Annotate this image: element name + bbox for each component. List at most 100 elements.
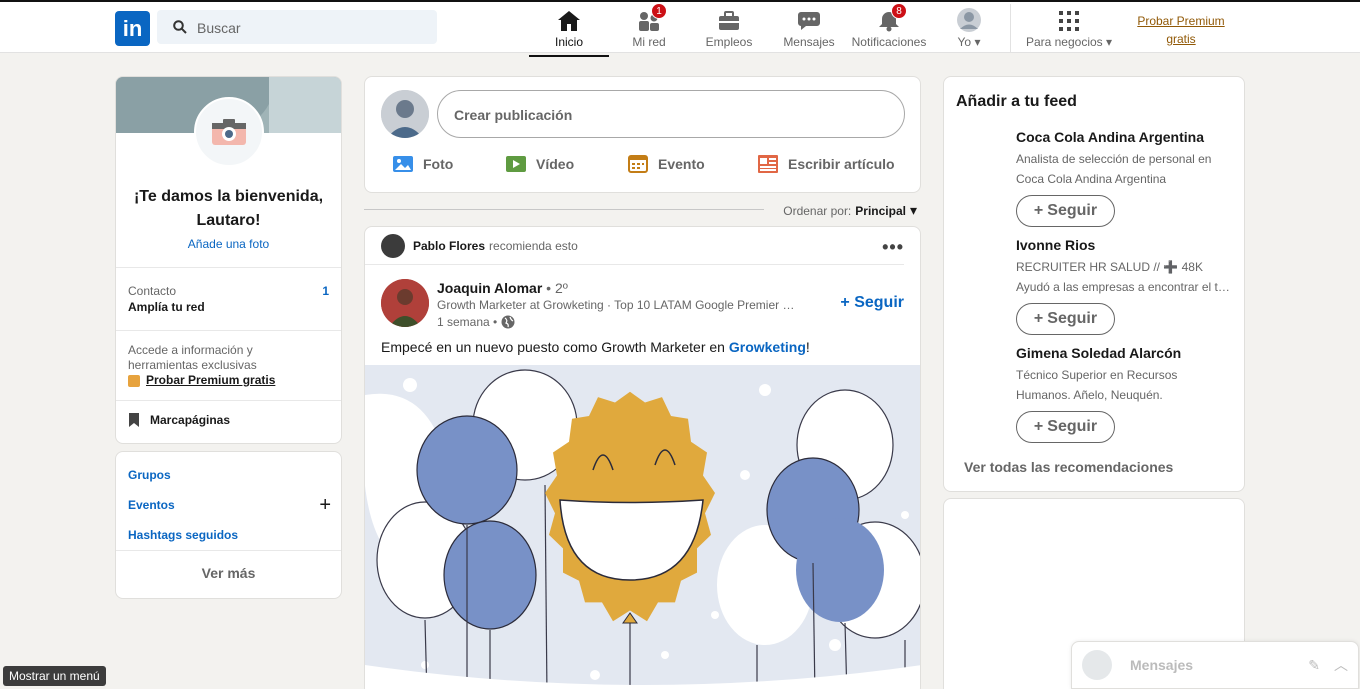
feed-title: Añadir a tu feed [956, 93, 1077, 110]
messaging-label: Mensajes [1130, 657, 1194, 673]
nav-label: Empleos [705, 35, 753, 49]
messaging-bar[interactable]: Mensajes ✎ ︿ [1071, 641, 1359, 689]
follow-label: Seguir [854, 294, 904, 311]
briefcase-icon [719, 11, 739, 30]
recommendation-item: Ivonne Rios RECRUITER HR SALUD // ➕ 48K … [1016, 237, 1236, 335]
add-event-icon[interactable]: + [319, 494, 331, 517]
communities-card: Grupos Eventos + Hashtags seguidos Ver má… [115, 451, 342, 599]
search-placeholder: Buscar [197, 20, 241, 36]
nav-messages[interactable]: Mensajes [774, 6, 844, 54]
plus-icon: + [1033, 310, 1044, 327]
recommend-text: recomienda esto [489, 238, 578, 253]
search-icon [173, 20, 187, 34]
rec-line2: Ayudó a las empresas a encontrar el tale… [1016, 280, 1236, 294]
feed-post: Pablo Flores recomienda esto ••• Joaquin… [364, 226, 921, 689]
rec-name[interactable]: Gimena Soledad Alarcón [1016, 345, 1236, 361]
welcome-heading: ¡Te damos la bienvenida, Lautaro! [116, 185, 341, 233]
follow-button[interactable]: + Seguir [1016, 195, 1115, 227]
create-post-input[interactable]: Crear publicación [437, 90, 905, 138]
caret-down-icon: ▾ [909, 202, 917, 218]
event-button[interactable]: Evento [628, 155, 705, 173]
search-input[interactable]: Buscar [157, 10, 437, 44]
author-avatar[interactable] [381, 279, 429, 327]
post-text-body: Empecé en un nuevo puesto como Growth Ma… [381, 339, 729, 355]
nav-divider [1010, 4, 1011, 52]
event-label: Evento [658, 156, 705, 172]
premium-link[interactable]: Probar Premium gratis [128, 373, 329, 388]
welcome-line1: ¡Te damos la bienvenida, [133, 188, 324, 205]
avatar-icon [957, 8, 981, 32]
compose-icon[interactable]: ✎ [1308, 657, 1320, 674]
author-name-text: Joaquin Alomar [437, 280, 543, 296]
nav-network[interactable]: 1 Mi red [614, 3, 684, 54]
premium-promo: Accede a información y herramientas excl… [116, 331, 341, 400]
groups-link[interactable]: Grupos [116, 468, 341, 482]
video-label: Vídeo [536, 156, 575, 172]
rec-line1: Analista de selección de personal en [1016, 152, 1212, 166]
nav-me[interactable]: Yo ▾ [944, 6, 994, 54]
author-headline: Growth Marketer at Growketing · Top 10 L… [437, 298, 797, 312]
network-badge: 1 [651, 3, 667, 19]
nav-business[interactable]: Para negocios ▾ [1020, 6, 1118, 54]
hashtags-link[interactable]: Hashtags seguidos [116, 528, 341, 542]
company-link[interactable]: Growketing [729, 339, 806, 355]
nav-label: Inicio [554, 35, 583, 49]
nav-label: Mi red [632, 35, 666, 49]
premium-text1: Accede a información y [128, 343, 253, 357]
nav-jobs[interactable]: Empleos [694, 6, 764, 54]
follow-button[interactable]: + Seguir [1016, 411, 1115, 443]
nav-home[interactable]: Inicio [529, 6, 609, 57]
rec-line2: Humanos. Añelo, Neuquén. [1016, 388, 1163, 402]
write-article-button[interactable]: Escribir artículo [758, 155, 895, 173]
follow-label: Seguir [1047, 310, 1098, 327]
sort-dropdown[interactable]: Ordenar por: Principal ▾ [783, 202, 917, 219]
premium-icon [128, 374, 140, 387]
chat-icon [798, 12, 820, 30]
follow-button[interactable]: + Seguir [1016, 303, 1115, 335]
sort-row: Ordenar por: Principal ▾ [364, 200, 921, 218]
nav-label: Yo [957, 35, 972, 49]
photo-icon [393, 156, 413, 172]
share-box: Crear publicación Foto Vídeo Evento Escr… [364, 76, 921, 193]
post-text-end: ! [805, 339, 810, 355]
recommender-avatar[interactable] [381, 233, 405, 258]
see-more-button[interactable]: Ver más [116, 551, 341, 581]
messaging-avatar [1082, 650, 1112, 680]
rec-name[interactable]: Coca Cola Andina Argentina [1016, 129, 1236, 145]
author-name[interactable]: Joaquin Alomar • 2º [437, 280, 568, 296]
chevron-up-icon[interactable]: ︿ [1334, 655, 1348, 675]
profile-card: ¡Te damos la bienvenida, Lautaro! Añade … [115, 76, 342, 444]
video-button[interactable]: Vídeo [506, 155, 574, 173]
camera-icon [212, 119, 246, 145]
post-image[interactable] [365, 365, 920, 689]
profile-photo-placeholder[interactable] [194, 97, 264, 167]
calendar-icon [628, 155, 648, 173]
connection-degree: • 2º [546, 280, 568, 296]
post-time: 1 semana • [437, 315, 515, 329]
linkedin-logo[interactable]: in [115, 11, 150, 46]
events-link[interactable]: Eventos + [116, 494, 341, 516]
add-to-feed-card: Añadir a tu feed Coca Cola Andina Argent… [943, 76, 1245, 492]
follow-author-button[interactable]: + Seguir [840, 294, 904, 312]
add-photo-link[interactable]: Añade una foto [116, 237, 341, 251]
contacts-link[interactable]: Contacto Amplía tu red 1 [116, 268, 341, 330]
rec-line2: Coca Cola Andina Argentina [1016, 172, 1167, 186]
more-options-icon[interactable]: ••• [882, 237, 904, 258]
bookmarks-link[interactable]: Marcapáginas [116, 401, 341, 439]
recommendation-item: Gimena Soledad Alarcón Técnico Superior … [1016, 345, 1236, 443]
premium-line1: Probar Premium [1137, 14, 1225, 28]
events-label: Eventos [128, 498, 175, 512]
contact-sub: Amplía tu red [128, 300, 205, 314]
see-all-recommendations-link[interactable]: Ver todas las recomendaciones [964, 459, 1173, 475]
sort-divider [364, 209, 764, 210]
nav-label: Para negocios [1025, 35, 1103, 49]
nav-notifications[interactable]: 8 Notificaciones [848, 3, 930, 54]
article-label: Escribir artículo [788, 156, 895, 172]
premium-trial-link[interactable]: Probar Premium gratis [1128, 12, 1234, 48]
rec-name[interactable]: Ivonne Rios [1016, 237, 1236, 253]
bookmarks-label: Marcapáginas [150, 413, 231, 427]
photo-button[interactable]: Foto [393, 155, 453, 173]
globe-icon [501, 315, 515, 329]
plus-icon: + [1033, 418, 1044, 435]
recommender-name[interactable]: Pablo Flores [413, 239, 485, 253]
